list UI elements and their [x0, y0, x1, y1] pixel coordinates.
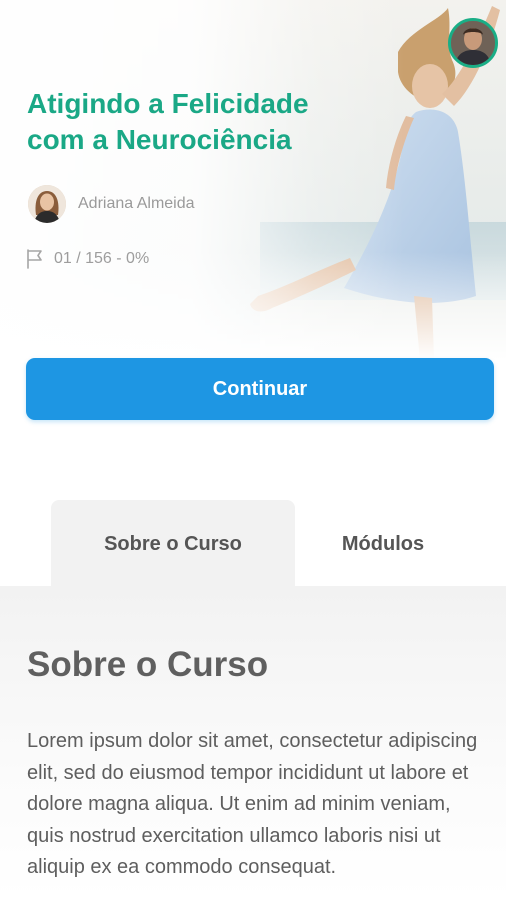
course-title: Atigindo a Felicidade com a Neurociência — [27, 86, 357, 158]
tab-modules[interactable]: Módulos — [295, 500, 471, 588]
tab-about-course[interactable]: Sobre o Curso — [51, 500, 295, 588]
user-avatar[interactable] — [448, 18, 498, 68]
course-detail-screen: Atigindo a Felicidade com a Neurociência… — [0, 0, 506, 900]
course-title-line-2: com a Neurociência — [27, 124, 292, 155]
course-title-line-1: Atigindo a Felicidade — [27, 88, 309, 119]
hero-banner: Atigindo a Felicidade com a Neurociência… — [0, 0, 506, 360]
course-progress: 01 / 156 - 0% — [26, 248, 149, 270]
course-tabs: Sobre o Curso Módulos — [0, 500, 506, 588]
user-avatar-icon — [451, 21, 495, 65]
author-avatar-icon — [28, 185, 66, 223]
continue-button[interactable]: Continuar — [26, 358, 494, 420]
author-name: Adriana Almeida — [78, 195, 195, 212]
about-course-panel: Sobre o Curso Lorem ipsum dolor sit amet… — [0, 586, 506, 900]
author-avatar — [28, 185, 66, 223]
flag-icon — [27, 249, 42, 269]
section-title: Sobre o Curso — [27, 645, 269, 684]
author-info: Adriana Almeida — [28, 184, 195, 224]
section-body: Lorem ipsum dolor sit amet, consectetur … — [27, 730, 478, 878]
progress-text: 01 / 156 - 0% — [54, 250, 150, 267]
hero-gradient-overlay — [0, 0, 506, 360]
